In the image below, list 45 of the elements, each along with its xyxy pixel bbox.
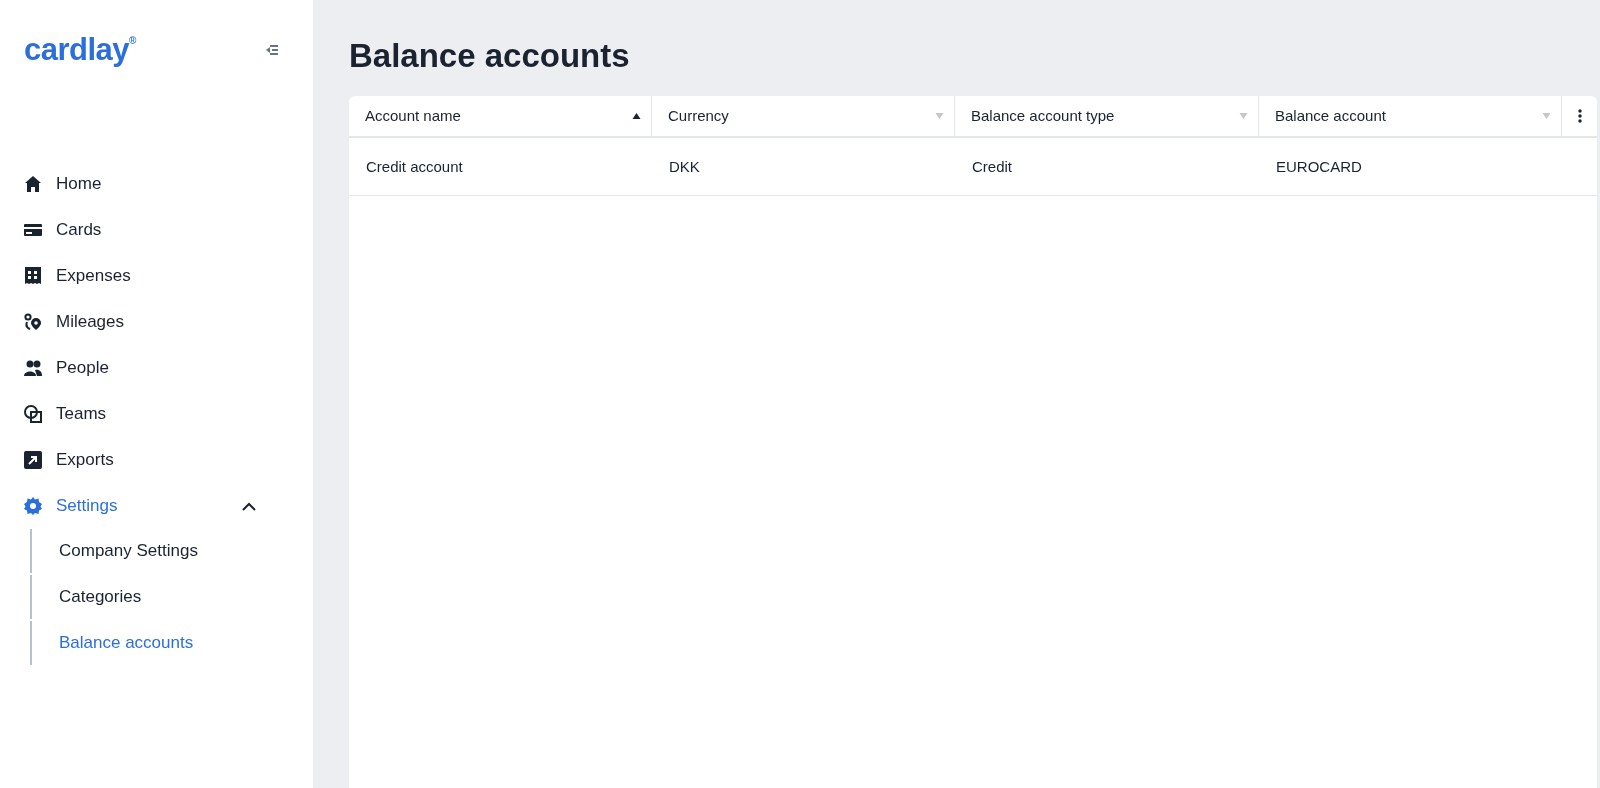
more-options-icon[interactable] <box>1577 109 1582 124</box>
nav-label: Expenses <box>56 265 131 288</box>
table-cell-text: Credit account <box>365 156 464 177</box>
table-cell-text: EUROCARD <box>1275 156 1363 177</box>
cardlay-logo[interactable]: cardlay$^{®}$ <box>24 34 136 65</box>
nav-label: Settings <box>56 495 118 518</box>
home-icon <box>24 175 42 193</box>
column-label: Account name <box>365 106 461 127</box>
nav-item[interactable]: Settings <box>24 483 264 529</box>
column-label: Currency <box>668 106 729 127</box>
sub-nav-item[interactable]: Categories <box>30 575 313 619</box>
nav-item[interactable]: Cards <box>24 207 264 253</box>
column-label: Balance account type <box>971 106 1115 127</box>
page-title: Balance accounts <box>349 38 631 75</box>
nav-label: Teams <box>56 403 107 426</box>
column-header[interactable]: Balance account type <box>955 96 1259 137</box>
people-icon <box>24 359 42 377</box>
nav-item[interactable]: Exports <box>24 437 264 483</box>
nav-label: Mileages <box>56 311 125 334</box>
nav-label: People <box>56 357 109 380</box>
sub-nav-item[interactable]: Company Settings <box>30 529 313 573</box>
column-header[interactable]: Currency <box>652 96 955 137</box>
nav-item[interactable]: Teams <box>24 391 264 437</box>
column-header[interactable]: Account name <box>349 96 652 137</box>
column-label: Balance account <box>1275 106 1386 127</box>
location-pins-icon <box>24 313 42 331</box>
nav-label: Exports <box>56 449 114 472</box>
nav-label: Home <box>56 173 102 196</box>
table-cell-text: Credit <box>971 156 1013 177</box>
nav-item[interactable]: Mileages <box>24 299 264 345</box>
sub-nav-item[interactable]: Balance accounts <box>30 621 313 665</box>
column-header[interactable]: Balance account <box>1259 96 1562 137</box>
credit-card-icon <box>24 221 42 239</box>
nav-item[interactable]: Expenses <box>24 253 264 299</box>
sort-ascending-icon[interactable] <box>632 113 641 120</box>
nav-item[interactable]: Home <box>24 161 264 207</box>
nav-item[interactable]: People <box>24 345 264 391</box>
export-icon <box>24 451 42 469</box>
chevron-up-icon[interactable] <box>242 501 256 511</box>
collapse-sidebar-icon[interactable] <box>265 43 279 56</box>
receipt-icon <box>24 267 42 285</box>
settings-icon <box>24 497 42 515</box>
table-cell-text: DKK <box>668 156 701 177</box>
nav-label: Cards <box>56 219 102 242</box>
overlapping-shapes-icon <box>24 405 42 423</box>
